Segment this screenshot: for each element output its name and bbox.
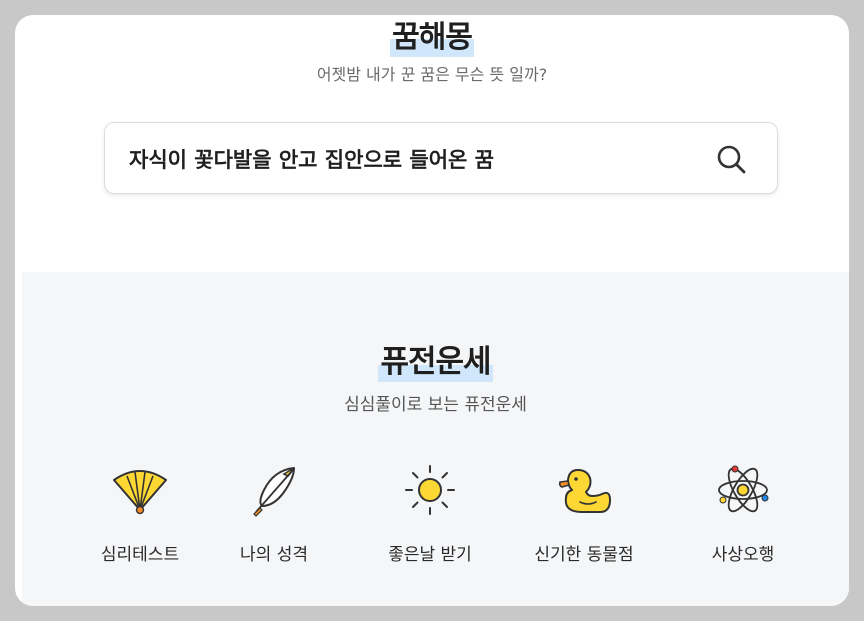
- fortune-item-animal[interactable]: 신기한 동물점: [509, 460, 659, 565]
- fortune-subtitle: 심심풀이로 보는 퓨전운세: [344, 395, 527, 415]
- fortune-item-four-elements[interactable]: 사상오행: [668, 460, 818, 565]
- fortune-item-personality[interactable]: 나의 성격: [199, 460, 349, 565]
- search-button[interactable]: [713, 141, 749, 177]
- fortune-header: 퓨전운세: [22, 342, 849, 382]
- sun-icon: [405, 465, 455, 515]
- atom-icon: [718, 465, 769, 513]
- fortune-menu: 심리테스트 나의 성격 좋은날 받기 신기한 동물점 사상오행: [22, 460, 849, 570]
- duck-icon: [558, 469, 611, 513]
- fortune-item-psych-test[interactable]: 심리테스트: [65, 460, 215, 565]
- fortune-item-label: 나의 성격: [240, 545, 308, 565]
- fortune-item-good-day[interactable]: 좋은날 받기: [355, 460, 505, 565]
- search-icon: [717, 145, 746, 174]
- fortune-item-label: 사상오행: [711, 545, 775, 565]
- main-card: 꿈해몽 어젯밤 내가 꾼 꿈은 무슨 뜻 일까? 퓨전운세 심심풀이로 보는 퓨…: [15, 15, 849, 606]
- fortune-item-label: 좋은날 받기: [388, 545, 472, 565]
- dream-search-input[interactable]: [129, 123, 689, 195]
- dream-header: 꿈해몽: [15, 19, 849, 57]
- fortune-section: 퓨전운세 심심풀이로 보는 퓨전운세 심리테스트 나의 성격 좋은날 받기 신기…: [22, 272, 849, 606]
- fortune-item-label: 신기한 동물점: [534, 545, 634, 565]
- dream-search-box: [104, 122, 778, 195]
- dream-subtitle: 어젯밤 내가 꾼 꿈은 무슨 뜻 일까?: [316, 65, 548, 84]
- feather-icon: [253, 467, 295, 517]
- fortune-item-label: 심리테스트: [100, 545, 180, 565]
- fan-icon: [113, 470, 167, 515]
- fortune-title: 퓨전운세: [378, 342, 493, 382]
- dream-title: 꿈해몽: [390, 19, 474, 57]
